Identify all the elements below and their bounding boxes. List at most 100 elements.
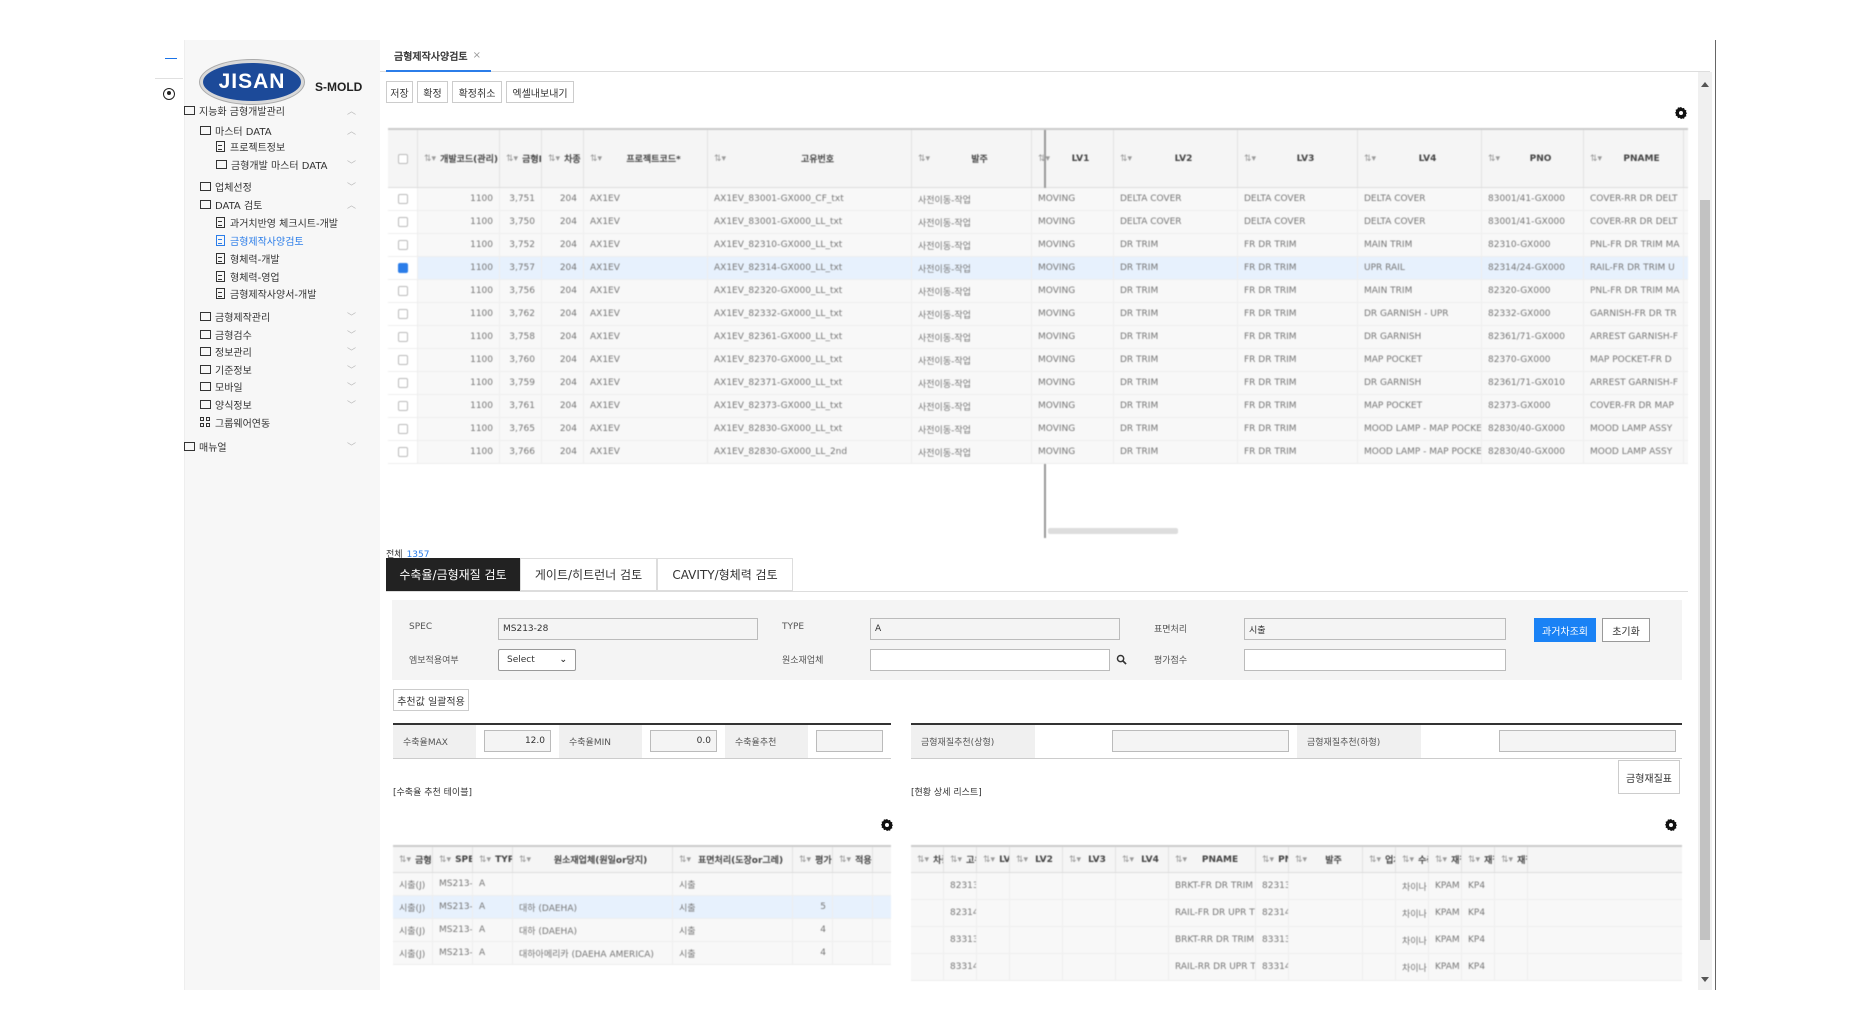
table-cell[interactable]: FR DR TRIM	[1238, 418, 1358, 440]
table-cell[interactable]: DR TRIM	[1114, 395, 1238, 417]
table-cell[interactable]: A	[473, 873, 513, 895]
sort-filter-icon[interactable]: ⇅▾	[917, 855, 929, 865]
table-row[interactable]: 1100 3,758 204 AX1EV AX1EV_82361-GX000_LL_tx…	[388, 326, 1688, 349]
table-cell[interactable]: MOOD LAMP - MAP POCKET	[1358, 418, 1482, 440]
table-row[interactable]: 82314-CRAIL-FR DR UPR TRIM,LH82314-C차이나K…	[911, 900, 1682, 927]
row-checkbox-cell[interactable]	[388, 188, 418, 210]
table-cell[interactable]: 204	[542, 234, 584, 256]
sort-filter-icon[interactable]: ⇅▾	[918, 154, 930, 164]
table-cell[interactable]: 시출(J)	[393, 896, 433, 918]
table-cell[interactable]: DR GARNISH	[1358, 326, 1482, 348]
table-cell[interactable]: KP4	[1462, 873, 1495, 899]
spec-input[interactable]: MS213-28	[498, 618, 758, 640]
table-row[interactable]: 시출(J)MS213-2A대하 (DAEHA)시출5	[393, 896, 891, 919]
sort-filter-icon[interactable]: ⇅▾	[1122, 855, 1134, 865]
row-checkbox-cell[interactable]	[388, 372, 418, 394]
table-cell[interactable]: DR TRIM	[1114, 326, 1238, 348]
sort-filter-icon[interactable]: ⇅▾	[424, 154, 436, 164]
row-checkbox-cell[interactable]	[388, 441, 418, 463]
table-cell[interactable]: AX1EV_82373-GX000_LL_txt	[708, 395, 912, 417]
sort-filter-icon[interactable]: ⇅▾	[1402, 855, 1414, 865]
table-cell[interactable]: AX1EV	[584, 395, 708, 417]
table-row[interactable]: 83313-CBRKT-RR DR TRIM FSTNI83313-C차이나KP…	[911, 927, 1682, 954]
sidebar-item[interactable]: 금형제작사양검토	[216, 232, 304, 248]
table-cell[interactable]: MS213-2	[433, 896, 473, 918]
chevron-down-icon[interactable]: ﹀	[347, 398, 356, 411]
table-cell[interactable]: MOVING	[1032, 441, 1114, 463]
table-cell[interactable]: BRKT-RR DR TRIM FSTNI	[1169, 927, 1256, 953]
table-cell[interactable]: DR GARNISH - UPR	[1358, 303, 1482, 325]
sort-filter-icon[interactable]: ⇅▾	[1016, 855, 1028, 865]
table-cell[interactable]	[1289, 873, 1363, 899]
main-data-grid[interactable]: ⇅▾개발코드(관리)⇅▾금형No⇅▾차종⇅▾프로젝트코드*⇅▾고유번호⇅▾발주⇅…	[388, 128, 1688, 538]
table-row[interactable]: 1100 3,752 204 AX1EV AX1EV_82310-GX000_LL_tx…	[388, 234, 1688, 257]
column-header[interactable]: ⇅▾ 개발코드(관리)	[418, 130, 500, 187]
table-cell[interactable]: 204	[542, 395, 584, 417]
horizontal-scrollbar[interactable]	[1048, 528, 1178, 534]
sidebar-item[interactable]: 기준정보	[200, 361, 252, 377]
detail-list-grid[interactable]: ⇅▾ 차종 ⇅▾ 고유번 ⇅▾ LV1 ⇅▾ LV2 ⇅▾ LV3 ⇅▾ LV4 ⇅▾ PNAME ⇅▾ PN…	[911, 845, 1682, 995]
table-cell[interactable]	[1116, 927, 1169, 953]
column-header[interactable]: ⇅▾ PNAME	[1169, 847, 1256, 872]
table-cell[interactable]: 시출	[673, 896, 793, 918]
table-cell[interactable]	[1116, 873, 1169, 899]
table-cell[interactable]: AX1EV	[584, 326, 708, 348]
table-cell[interactable]	[793, 873, 833, 895]
checkbox[interactable]	[397, 447, 408, 457]
table-cell[interactable]: DELTA COVER	[1358, 188, 1482, 210]
table-cell[interactable]: MOVING	[1032, 303, 1114, 325]
history-search-button[interactable]: 과거차조회	[1534, 618, 1596, 642]
table-cell[interactable]	[1495, 927, 1528, 953]
table-cell[interactable]: AX1EV	[584, 280, 708, 302]
table-cell[interactable]: DR TRIM	[1114, 441, 1238, 463]
shrink-table-grid[interactable]: ⇅▾ 금형재 ⇅▾ SPEC ⇅▾ TYPE ⇅▾ 원소재업체(원일or당지) ⇅▾ 표면처리(도…	[393, 845, 891, 995]
column-header[interactable]: ⇅▾ LV2	[1010, 847, 1063, 872]
table-cell[interactable]	[1010, 900, 1063, 926]
table-cell[interactable]: 1100	[418, 211, 500, 233]
chevron-down-icon[interactable]: ﹀	[347, 363, 356, 376]
table-cell[interactable]: 대하 (DAEHA)	[513, 919, 673, 941]
table-cell[interactable]: FR DR TRIM	[1238, 234, 1358, 256]
column-header[interactable]: ⇅▾ LV2	[1114, 130, 1238, 187]
column-header[interactable]: ⇅▾ LV4	[1116, 847, 1169, 872]
table-cell[interactable]: 83313-C	[1256, 927, 1289, 953]
checkbox[interactable]	[397, 217, 408, 227]
table-cell[interactable]: 3,759	[500, 372, 542, 394]
row-checkbox-cell[interactable]	[388, 211, 418, 233]
column-header[interactable]: ⇅▾ LV1	[977, 847, 1010, 872]
column-header[interactable]: ⇅▾ 재질	[1495, 847, 1528, 872]
table-cell[interactable]: KP4	[1462, 927, 1495, 953]
table-cell[interactable]	[977, 954, 1010, 980]
table-cell[interactable]: KP4	[1462, 954, 1495, 980]
sort-filter-icon[interactable]: ⇅▾	[1262, 855, 1274, 865]
table-cell[interactable]: GARNISH-FR DR TR	[1584, 303, 1684, 325]
table-row[interactable]: 1100 3,761 204 AX1EV AX1EV_82373-GX000_LL_tx…	[388, 395, 1688, 418]
table-cell[interactable]: DR TRIM	[1114, 418, 1238, 440]
table-cell[interactable]: MOVING	[1032, 188, 1114, 210]
supplier-input[interactable]	[870, 649, 1110, 671]
table-cell[interactable]: DR TRIM	[1114, 257, 1238, 279]
table-cell[interactable]: 시출(J)	[393, 942, 433, 964]
table-cell[interactable]: RAIL-RR DR UPR TRIM,LH	[1169, 954, 1256, 980]
material-lower-input[interactable]	[1499, 730, 1676, 752]
confirm-button[interactable]: 확정	[417, 81, 448, 103]
table-cell[interactable]: 사전이동-작업	[912, 372, 1032, 394]
sort-filter-icon[interactable]: ⇅▾	[1175, 855, 1187, 865]
table-cell[interactable]: DR TRIM	[1114, 280, 1238, 302]
table-cell[interactable]: BRKT-FR DR TRIM FSTNI	[1169, 873, 1256, 899]
column-header[interactable]: ⇅▾ 발주	[912, 130, 1032, 187]
column-header[interactable]: ⇅▾ PNO	[1482, 130, 1584, 187]
sort-filter-icon[interactable]: ⇅▾	[1468, 855, 1480, 865]
table-cell[interactable]: MS213-2	[433, 919, 473, 941]
column-header[interactable]: ⇅▾ 평가	[793, 847, 833, 872]
table-cell[interactable]: 1100	[418, 188, 500, 210]
table-cell[interactable]: 82830/40-GX000	[1482, 441, 1584, 463]
sidebar-item[interactable]: 정보관리	[200, 343, 252, 359]
table-cell[interactable]: MOVING	[1032, 349, 1114, 371]
table-cell[interactable]: FR DR TRIM	[1238, 326, 1358, 348]
table-cell[interactable]	[1010, 954, 1063, 980]
table-cell[interactable]	[1116, 954, 1169, 980]
column-header[interactable]: ⇅▾ 수축	[1396, 847, 1429, 872]
sort-filter-icon[interactable]: ⇅▾	[479, 855, 491, 865]
table-cell[interactable]: 82370-GX000	[1482, 349, 1584, 371]
